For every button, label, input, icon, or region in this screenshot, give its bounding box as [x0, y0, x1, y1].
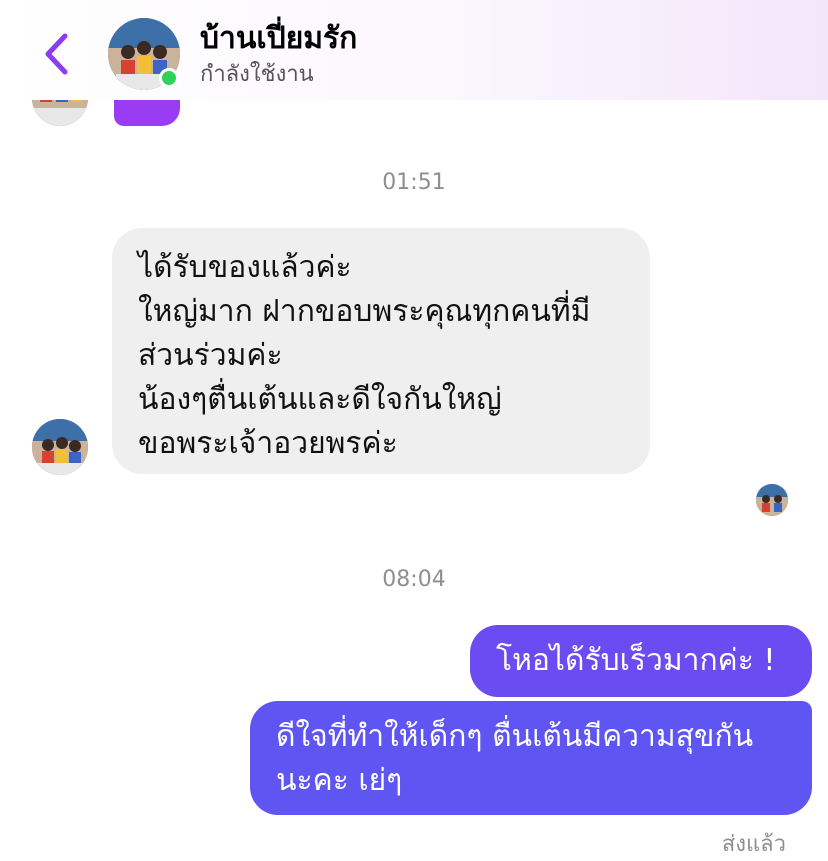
outgoing-message-bubble[interactable]: โหอได้รับเร็วมากค่ะ !: [470, 625, 812, 697]
contact-status: กำลังใช้งาน: [200, 62, 314, 87]
back-button[interactable]: [36, 28, 76, 80]
message-line: นะคะ เย่ๆ: [276, 763, 403, 798]
incoming-message-bubble[interactable]: ได้รับของแล้วค่ะ ใหญ่มาก ฝากขอบพระคุณทุก…: [112, 228, 650, 474]
group-photo: [32, 419, 88, 475]
message-line: ขอพระเจ้าอวยพรค่ะ: [138, 426, 398, 461]
message-timestamp: 08:04: [382, 567, 446, 592]
message-line: ดีใจที่ทำให้เด็กๆ ตื่นเต้นมีความสุขกัน: [276, 719, 754, 754]
message-line: ส่วนร่วมค่ะ: [138, 338, 283, 373]
read-receipt-avatar: [756, 484, 788, 516]
chevron-left-icon: [45, 33, 68, 75]
message-line: ได้รับของแล้วค่ะ: [138, 250, 352, 285]
message-line: น้องๆตื่นเต้นและดีใจกันใหญ่: [138, 382, 502, 417]
contact-name[interactable]: บ้านเปี่ยมรัก: [200, 20, 357, 58]
group-photo: [756, 484, 788, 516]
message-text: โหอได้รับเร็วมากค่ะ !: [496, 643, 776, 678]
sent-status: ส่งแล้ว: [721, 832, 786, 857]
message-line: ใหญ่มาก ฝากขอบพระคุณทุกคนที่มี: [138, 294, 591, 329]
online-status-dot: [159, 68, 179, 88]
chat-header: บ้านเปี่ยมรัก กำลังใช้งาน: [0, 0, 828, 100]
message-timestamp: 01:51: [382, 170, 446, 195]
sender-avatar[interactable]: [32, 419, 88, 475]
outgoing-message-bubble[interactable]: ดีใจที่ทำให้เด็กๆ ตื่นเต้นมีความสุขกัน น…: [250, 701, 812, 815]
